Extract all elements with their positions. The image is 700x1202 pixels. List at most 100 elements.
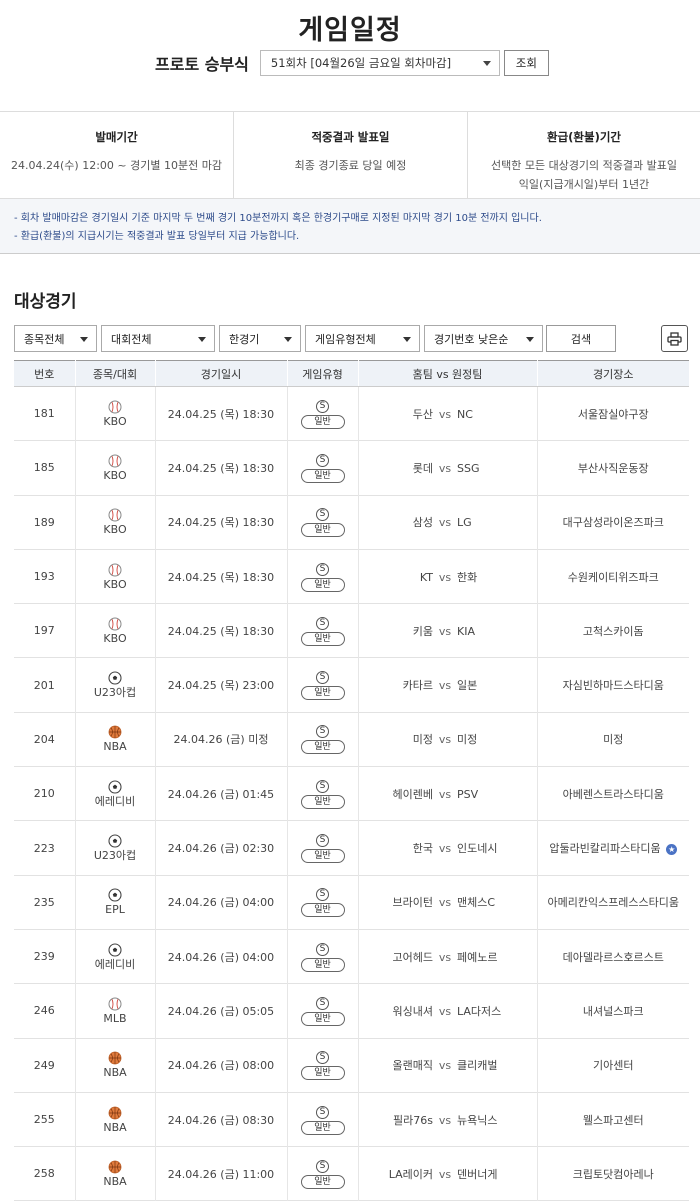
page-title: 게임일정: [298, 15, 402, 46]
away-team: 일본: [457, 679, 478, 693]
table-row[interactable]: 258 NBA 24.04.26 (금) 11:00 S 일반 LA레이커 vs 덴버너게 크립…: [14, 1146, 689, 1201]
game-type-cell: S 일반: [287, 495, 359, 550]
home-team: 워싱내셔: [392, 1004, 433, 1018]
home-team: 카타르: [402, 679, 433, 693]
venue-cell: 부산사직운동장: [537, 441, 689, 495]
teams-cell: 헤이렌베 vs PSV: [358, 766, 538, 821]
venue-name: 수원케이티위즈파크: [567, 570, 659, 584]
game-number: 210: [14, 766, 76, 821]
info-text: 최종 경기종료 당일 예정: [294, 159, 407, 172]
soccer-ball-icon: [76, 834, 155, 848]
home-team: 고어헤드: [392, 950, 433, 964]
vs-label: vs: [438, 896, 452, 910]
table-row[interactable]: 210 에레디비 24.04.26 (금) 01:45 S 일반 헤이렌베 vs PSV 아베렌…: [14, 766, 689, 821]
venue-name: 서울잠실야구장: [577, 407, 649, 421]
sort-select[interactable]: 경기번호 낮은순: [424, 325, 543, 352]
table-row[interactable]: 197 KBO 24.04.25 (목) 18:30 S 일반 키움 vs KIA 고척스카이돔: [14, 603, 689, 658]
game-datetime: 24.04.26 (금) 04:00: [155, 875, 288, 930]
sort-value: 경기번호 낮은순: [434, 332, 509, 346]
table-row[interactable]: 193 KBO 24.04.25 (목) 18:30 S 일반 KT vs 한화 수원케이티위즈…: [14, 549, 689, 604]
league-name: U23아컵: [93, 686, 137, 700]
table-row[interactable]: 181 KBO 24.04.25 (목) 18:30 S 일반 두산 vs NC 서울잠실야구장: [14, 386, 689, 441]
away-team: 인도네시: [457, 842, 498, 856]
game-datetime: 24.04.26 (금) 08:00: [155, 1038, 288, 1093]
refund-period-info: 환급(환불)기간 선택한 모든 대상경기의 적중결과 발표일 익일(지급개시일)…: [468, 112, 700, 198]
sport-league-cell: 에레디비: [75, 929, 156, 984]
round-select[interactable]: 51회차 [04월26일 금요일 회차마감]: [259, 50, 500, 76]
away-team: PSV: [457, 787, 479, 801]
game-type-cell: S 일반: [287, 820, 359, 876]
view-button[interactable]: 조회: [503, 50, 549, 76]
teams-cell: 올랜매직 vs 클리캐벌: [358, 1038, 538, 1093]
game-number: 235: [14, 875, 76, 930]
game-type-select[interactable]: 게임유형전체: [305, 325, 420, 352]
game-type-badge: 일반: [300, 523, 345, 538]
print-button[interactable]: [661, 325, 688, 352]
away-team: KIA: [457, 624, 475, 638]
teams-cell: 카타르 vs 일본: [358, 657, 538, 713]
game-datetime: 24.04.26 (금) 08:30: [155, 1092, 288, 1147]
game-type-badge: 일반: [300, 1120, 345, 1135]
league-name: NBA: [103, 1066, 127, 1080]
table-row[interactable]: 204 NBA 24.04.26 (금) 미정 S 일반 미정 vs 미정 미정: [14, 712, 689, 767]
match-mode-select[interactable]: 한경기: [219, 325, 301, 352]
home-team: 한국: [412, 842, 433, 856]
league-name: KBO: [103, 631, 127, 645]
special-type-icon: S: [316, 779, 329, 793]
table-row[interactable]: 185 KBO 24.04.25 (목) 18:30 S 일반 롯데 vs SSG 부산사직운동…: [14, 440, 689, 496]
vs-label: vs: [438, 1167, 452, 1181]
league-filter-value: 대회전체: [111, 332, 152, 346]
table-row[interactable]: 249 NBA 24.04.26 (금) 08:00 S 일반 올랜매직 vs 클리캐벌 기아센…: [14, 1038, 689, 1093]
table-row[interactable]: 255 NBA 24.04.26 (금) 08:30 S 일반 필라76s vs 뉴욕닉스 웰스…: [14, 1092, 689, 1147]
sport-league-cell: EPL: [75, 875, 156, 930]
table-row[interactable]: 239 에레디비 24.04.26 (금) 04:00 S 일반 고어헤드 vs 페예노르 데아…: [14, 929, 689, 984]
vs-label: vs: [438, 407, 452, 421]
vs-label: vs: [438, 1059, 452, 1073]
sale-period-info: 발매기간 24.04.24(수) 12:00 ~ 경기별 10분전 마감: [0, 112, 234, 198]
sport-league-cell: U23아컵: [75, 820, 156, 876]
baseball-icon: [76, 454, 155, 468]
game-number: 193: [14, 549, 76, 604]
venue-name: 부산사직운동장: [577, 461, 649, 475]
away-team: 맨체스C: [457, 896, 496, 910]
game-datetime: 24.04.26 (금) 01:45: [155, 766, 288, 821]
match-mode-value: 한경기: [229, 332, 260, 346]
round-selector-row: 프로토 승부식 51회차 [04월26일 금요일 회차마감] 조회: [155, 50, 549, 76]
special-type-icon: S: [316, 508, 329, 522]
table-row[interactable]: 246 MLB 24.04.26 (금) 05:05 S 일반 워싱내셔 vs LA다저스 내셔…: [14, 983, 689, 1039]
game-number: 246: [14, 983, 76, 1039]
special-type-icon: S: [316, 1159, 329, 1173]
info-heading: 발매기간: [95, 130, 138, 144]
soccer-ball-icon: [76, 943, 155, 957]
venue-cell: 데아델라르스호르스트: [537, 929, 689, 983]
soccer-ball-icon: [76, 780, 155, 794]
league-filter-select[interactable]: 대회전체: [101, 325, 215, 352]
chevron-down-icon: [198, 337, 206, 342]
result-date-info: 적중결과 발표일 최종 경기종료 당일 예정: [234, 112, 468, 198]
sport-filter-select[interactable]: 종목전체: [14, 325, 97, 352]
game-type-cell: S 일반: [287, 603, 359, 658]
search-button[interactable]: 검색: [546, 325, 616, 352]
table-row[interactable]: 235 EPL 24.04.26 (금) 04:00 S 일반 브라이턴 vs 맨체스C 아메리…: [14, 875, 689, 930]
venue-cell: 자심빈하마드스타디움: [537, 658, 689, 712]
game-number: 255: [14, 1092, 76, 1147]
sport-league-cell: NBA: [75, 1146, 156, 1201]
league-name: EPL: [105, 903, 125, 917]
vs-label: vs: [438, 516, 452, 530]
venue-name: 기아센터: [593, 1059, 634, 1073]
table-row[interactable]: 201 U23아컵 24.04.25 (목) 23:00 S 일반 카타르 vs 일본 자심빈하…: [14, 657, 689, 713]
special-type-icon: S: [316, 671, 329, 685]
table-row[interactable]: 189 KBO 24.04.25 (목) 18:30 S 일반 삼성 vs LG 대구삼성라이온…: [14, 495, 689, 550]
venue-name: 크립토닷컴아레나: [572, 1167, 654, 1181]
game-type-badge: 일반: [300, 1174, 345, 1189]
game-type-cell: S 일반: [287, 549, 359, 604]
basketball-icon: [76, 1106, 155, 1120]
chevron-down-icon: [80, 337, 88, 342]
game-type-badge: 일반: [300, 903, 345, 918]
game-datetime: 24.04.26 (금) 05:05: [155, 983, 288, 1039]
table-row[interactable]: 223 U23아컵 24.04.26 (금) 02:30 S 일반 한국 vs 인도네시 압둘라…: [14, 820, 689, 876]
venue-name: 내셔널스파크: [582, 1004, 644, 1018]
sport-league-cell: U23아컵: [75, 657, 156, 713]
game-type-cell: S 일반: [287, 440, 359, 496]
venue-badge-icon: ★: [666, 843, 678, 855]
